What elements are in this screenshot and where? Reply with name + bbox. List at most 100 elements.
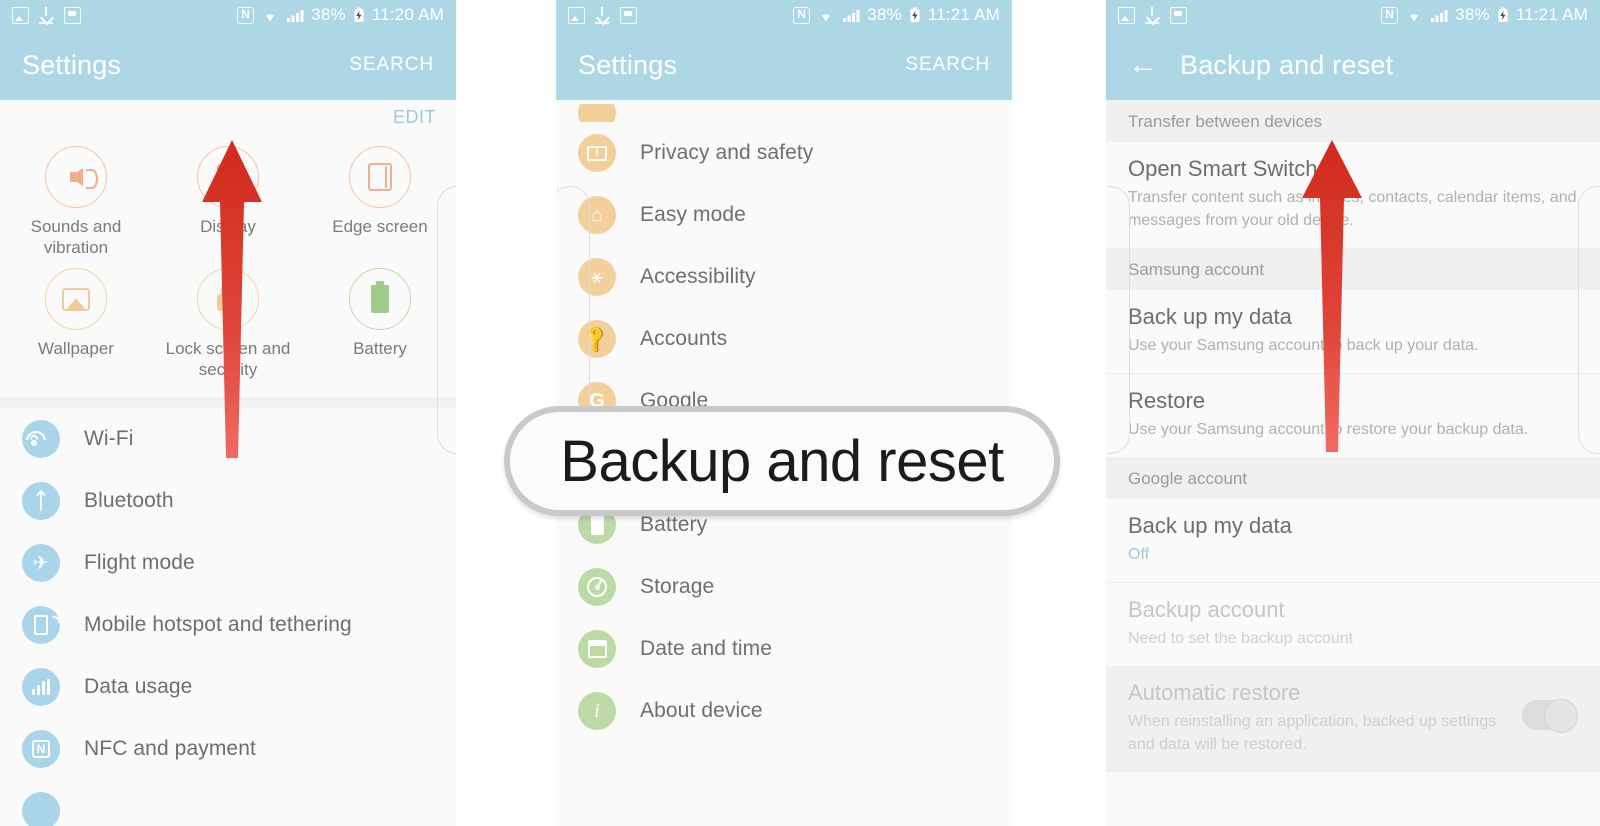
partial-icon [22,792,60,826]
quick-item-label: Lock screen and security [165,339,291,379]
quick-item-label: Wallpaper [38,339,114,358]
battery-icon [349,268,411,330]
callout-backup-and-reset: Backup and reset [504,406,1060,516]
battery-charging-icon [354,7,364,22]
list-item-about-device[interactable]: i About device [556,680,1012,742]
list-item-data-usage[interactable]: Data usage [0,656,456,718]
inbox-icon [1170,6,1187,24]
phone-screen-settings-main: N 38% 11:20 AM Settings SEARCH EDIT Soun… [0,0,456,826]
list-item-label: Date and time [640,637,773,660]
data-usage-icon [22,668,60,706]
list-item-storage[interactable]: Storage [556,556,1012,618]
info-icon: i [578,692,616,730]
speaker-icon [45,146,107,208]
app-bar-left: Settings SEARCH [0,30,456,100]
quick-item-wallpaper[interactable]: Wallpaper [0,262,152,384]
wallpaper-icon [45,268,107,330]
list-item-bluetooth[interactable]: ᛏ Bluetooth [0,470,456,532]
storage-icon [578,568,616,606]
pref-title: Automatic restore [1128,680,1301,705]
nfc-icon: N [1381,6,1399,24]
list-item-nfc-and-payment[interactable]: N NFC and payment [0,718,456,780]
section-header-transfer: Transfer between devices [1106,100,1600,142]
list-item-accessibility[interactable]: ⚹ Accessibility [556,246,1012,308]
pref-title: Restore [1128,388,1206,413]
nfc-icon: N [793,6,811,24]
pref-subtitle: Use your Samsung account to back up your… [1128,337,1479,354]
pref-title: Backup account [1128,597,1285,622]
pref-samsung-back-up-my-data[interactable]: Back up my data Use your Samsung account… [1106,290,1600,373]
phone-screen-backup-and-reset: N 38% 11:21 AM ← Backup and reset Transf… [1106,0,1600,826]
pref-subtitle: Need to set the backup account [1128,630,1354,647]
quick-item-sounds-and-vibration[interactable]: Sounds and vibration [0,140,152,262]
pref-title: Back up my data [1128,304,1292,329]
pref-backup-account[interactable]: Backup account Need to set the backup ac… [1106,582,1600,666]
list-item-label: Data usage [84,675,193,698]
nfc-icon: N [237,6,255,24]
list-item-privacy-and-safety[interactable]: ! Privacy and safety [556,122,1012,184]
inbox-icon [620,6,637,24]
list-item-label: Storage [640,575,715,598]
quick-item-display[interactable]: Display [152,140,304,262]
pref-subtitle: Use your Samsung account to restore your… [1128,421,1529,438]
pref-title: Back up my data [1128,513,1292,538]
list-item-mobile-hotspot-and-tethering[interactable]: Mobile hotspot and tethering [0,594,456,656]
list-item-label: Easy mode [640,203,746,226]
battery-charging-icon [1498,7,1508,22]
battery-percent-label: 38% [311,5,346,24]
list-item-date-and-time[interactable]: Date and time [556,618,1012,680]
quick-grid-row-1: Sounds and vibration Display Edge screen [0,140,456,262]
list-item-label: NFC and payment [84,737,256,760]
battery-percent-label: 38% [1455,5,1490,24]
signal-icon [843,9,860,22]
bluetooth-icon: ᛏ [22,482,60,520]
download-icon [594,6,611,24]
page-title: Settings [22,49,122,80]
privacy-icon: ! [578,134,616,172]
quick-grid-row-2: Wallpaper Lock screen and security Batte… [0,262,456,384]
edit-button[interactable]: EDIT [393,107,436,128]
signal-icon [287,9,304,22]
calendar-icon [578,630,616,668]
back-arrow-icon[interactable]: ← [1128,50,1158,80]
quick-item-edge-screen[interactable]: Edge screen [304,140,456,262]
list-item-partial[interactable] [0,780,456,826]
pref-google-back-up-my-data[interactable]: Back up my data Off [1106,499,1600,582]
status-bar-system: N 38% 11:21 AM [793,5,1000,25]
list-item-wifi[interactable]: Wi-Fi [0,408,456,470]
list-item-accounts[interactable]: 🔑 Accounts [556,308,1012,370]
page-title: Backup and reset [1180,49,1394,80]
battery-charging-icon [910,7,920,22]
list-item-label: Wi-Fi [84,427,134,450]
quick-item-battery[interactable]: Battery [304,262,456,384]
clock-label: 11:20 AM [371,5,444,24]
edit-row: EDIT [0,100,456,134]
list-item-flight-mode[interactable]: ✈ Flight mode [0,532,456,594]
pref-title: Open Smart Switch [1128,156,1318,181]
settings-list-left: Wi-Fi ᛏ Bluetooth ✈ Flight mode Mobile h… [0,408,456,826]
image-icon [1118,6,1135,24]
quick-settings-grid: Sounds and vibration Display Edge screen… [0,134,456,398]
partial-icon [578,104,616,122]
list-item-label: Bluetooth [84,489,174,512]
search-button[interactable]: SEARCH [349,54,434,76]
signal-icon [1431,9,1448,22]
clock-label: 11:21 AM [927,5,1000,24]
pref-open-smart-switch[interactable]: Open Smart Switch Transfer content such … [1106,142,1600,248]
quick-item-lock-screen-and-security[interactable]: Lock screen and security [152,262,304,384]
status-bar-notifications [568,6,637,24]
status-bar-notifications [1118,6,1187,24]
search-button[interactable]: SEARCH [905,54,990,76]
device-edge-hairline-right [1578,186,1600,454]
pref-samsung-restore[interactable]: Restore Use your Samsung account to rest… [1106,373,1600,457]
section-header-samsung-account: Samsung account [1106,248,1600,290]
app-bar-mid: Settings SEARCH [556,30,1012,100]
pref-automatic-restore[interactable]: Automatic restore When reinstalling an a… [1106,666,1600,772]
list-item-easy-mode[interactable]: ⌂ Easy mode [556,184,1012,246]
list-item-label: Accessibility [640,265,756,288]
pref-subtitle: Off [1128,546,1150,563]
list-item-label: Mobile hotspot and tethering [84,613,352,636]
automatic-restore-toggle[interactable] [1522,699,1578,733]
list-item-partial-top[interactable] [556,104,1012,122]
wifi-icon [22,420,60,458]
